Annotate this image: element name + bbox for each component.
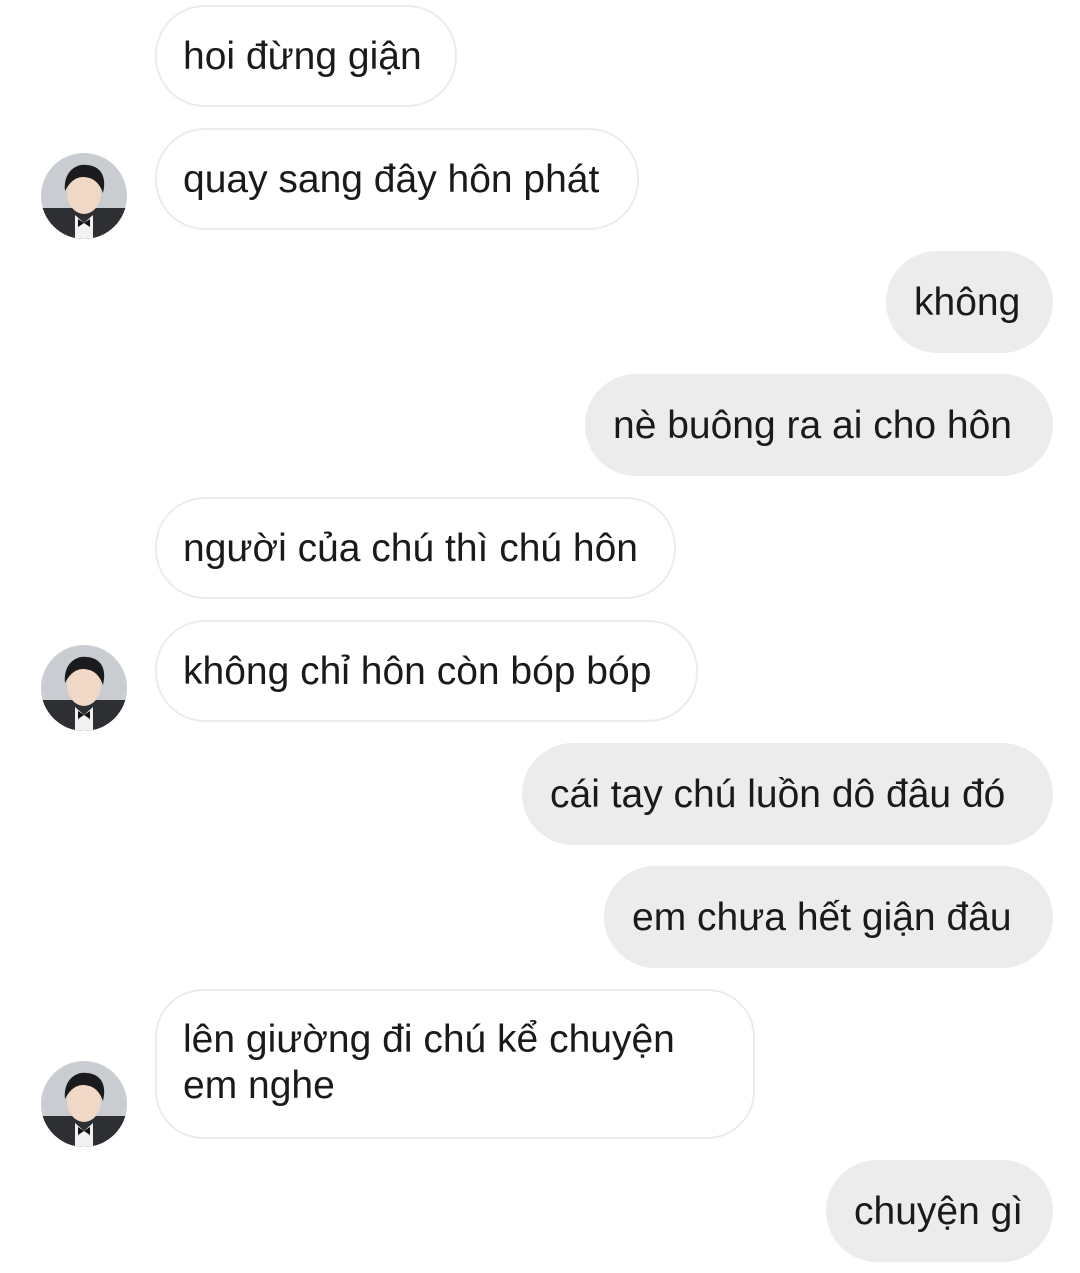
message-bubble-received[interactable]: quay sang đây hôn phát	[155, 128, 639, 230]
message-bubble-sent[interactable]: không	[886, 251, 1053, 353]
message-text: em chưa hết giận đâu	[632, 896, 1012, 939]
message-text: không chỉ hôn còn bóp bóp	[183, 650, 652, 693]
message-text: chuyện gì	[854, 1190, 1024, 1233]
message-text: người của chú thì chú hôn	[183, 527, 638, 570]
message-bubble-received[interactable]: người của chú thì chú hôn	[155, 497, 676, 599]
message-text: quay sang đây hôn phát	[183, 158, 600, 201]
message-bubble-sent[interactable]: chuyện gì	[826, 1160, 1053, 1262]
contact-avatar-icon[interactable]	[41, 1061, 127, 1147]
avatar-portrait-icon	[41, 1061, 127, 1147]
avatar-portrait-icon	[41, 645, 127, 731]
message-text: nè buông ra ai cho hôn	[613, 404, 1012, 447]
message-text: hoi đừng giận	[183, 35, 422, 78]
message-bubble-sent[interactable]: em chưa hết giận đâu	[604, 866, 1053, 968]
message-bubble-received[interactable]: lên giường đi chú kể chuyện em nghe	[155, 989, 755, 1139]
message-text: lên giường đi chú kể chuyện em nghe	[183, 1018, 675, 1107]
avatar-portrait-icon	[41, 153, 127, 239]
message-bubble-sent[interactable]: nè buông ra ai cho hôn	[585, 374, 1053, 476]
message-text: không	[914, 281, 1021, 324]
message-bubble-received[interactable]: hoi đừng giận	[155, 5, 457, 107]
message-text: cái tay chú luồn dô đâu đó	[550, 773, 1006, 816]
message-bubble-sent[interactable]: cái tay chú luồn dô đâu đó	[522, 743, 1053, 845]
message-bubble-received[interactable]: không chỉ hôn còn bóp bóp	[155, 620, 698, 722]
contact-avatar-icon[interactable]	[41, 645, 127, 731]
contact-avatar-icon[interactable]	[41, 153, 127, 239]
